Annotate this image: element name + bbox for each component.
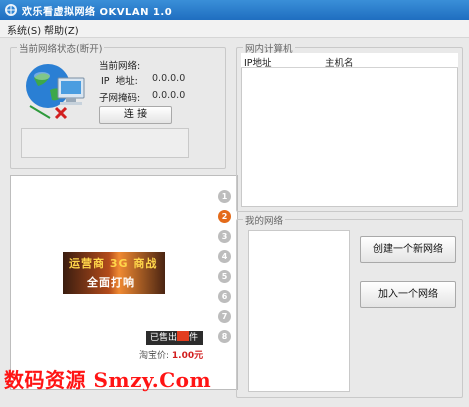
ad-banner[interactable]: 运营商 3G 商战 全面打响 <box>63 252 165 294</box>
join-network-button[interactable]: 加入一个网络 <box>360 281 456 308</box>
menu-system[interactable]: 系统(S) <box>7 22 41 37</box>
ip-address-value: 0.0.0.0 <box>152 73 186 84</box>
network-app-icon <box>5 4 17 16</box>
ad-slide-bullet[interactable]: 6 <box>218 290 231 303</box>
column-hostname[interactable]: 主机名 <box>325 55 354 69</box>
status-group-title: 当前网络状态(断开) <box>17 41 105 55</box>
ad-slide-bullet[interactable]: 4 <box>218 250 231 263</box>
lan-list-header: IP地址 主机名 <box>241 53 458 69</box>
ad-slide-bullet[interactable]: 5 <box>218 270 231 283</box>
menu-help[interactable]: 帮助(Z) <box>44 22 79 37</box>
ad-slide-bullet[interactable]: 1 <box>218 190 231 203</box>
price-tag: 淘宝价: 1.00元 <box>139 348 203 361</box>
ad-slide-bullet[interactable]: 3 <box>218 230 231 243</box>
sold-prefix: 已售出 <box>150 333 178 343</box>
ad-banner-line1: 运营商 3G 商战 <box>69 257 158 270</box>
my-network-list[interactable] <box>248 230 350 392</box>
window-title: 欢乐看虚拟网络 OKVLAN 1.0 <box>22 7 173 18</box>
site-watermark: 数码资源 Smzy.Com <box>4 368 212 392</box>
ad-slide-bullet[interactable]: 8 <box>218 330 231 343</box>
sold-count-highlight <box>177 331 190 341</box>
price-label: 淘宝价: <box>139 351 170 361</box>
globe-computer-network-icon <box>26 64 85 120</box>
ad-panel[interactable]: 运营商 3G 商战 全面打响 1 2 3 4 5 6 7 8 已售出 件 淘宝价:… <box>10 175 238 390</box>
ad-slide-bullet[interactable]: 7 <box>218 310 231 323</box>
title-bar: 欢乐看虚拟网络 OKVLAN 1.0 <box>0 0 469 20</box>
sold-suffix: 件 <box>189 333 199 343</box>
column-ip-address[interactable]: IP地址 <box>244 55 272 69</box>
price-value: 1.00元 <box>171 351 204 361</box>
ad-slide-bullet-active[interactable]: 2 <box>218 210 231 223</box>
subnet-mask-value: 0.0.0.0 <box>152 90 186 101</box>
ip-address-label: IP 地址: <box>101 76 138 87</box>
lan-computers-list[interactable] <box>241 53 458 207</box>
subnet-mask-label: 子网掩码: <box>99 93 141 104</box>
sold-count-badge: 已售出 件 <box>146 331 203 345</box>
my-network-title: 我的网络 <box>243 213 286 227</box>
connect-button[interactable]: 连 接 <box>99 106 172 124</box>
current-network-label: 当前网络: <box>99 61 141 72</box>
status-message-box <box>21 128 189 158</box>
menu-bar: 系统(S) 帮助(Z) <box>0 20 469 38</box>
create-network-button[interactable]: 创建一个新网络 <box>360 236 456 263</box>
ad-banner-line2: 全面打响 <box>87 276 135 289</box>
